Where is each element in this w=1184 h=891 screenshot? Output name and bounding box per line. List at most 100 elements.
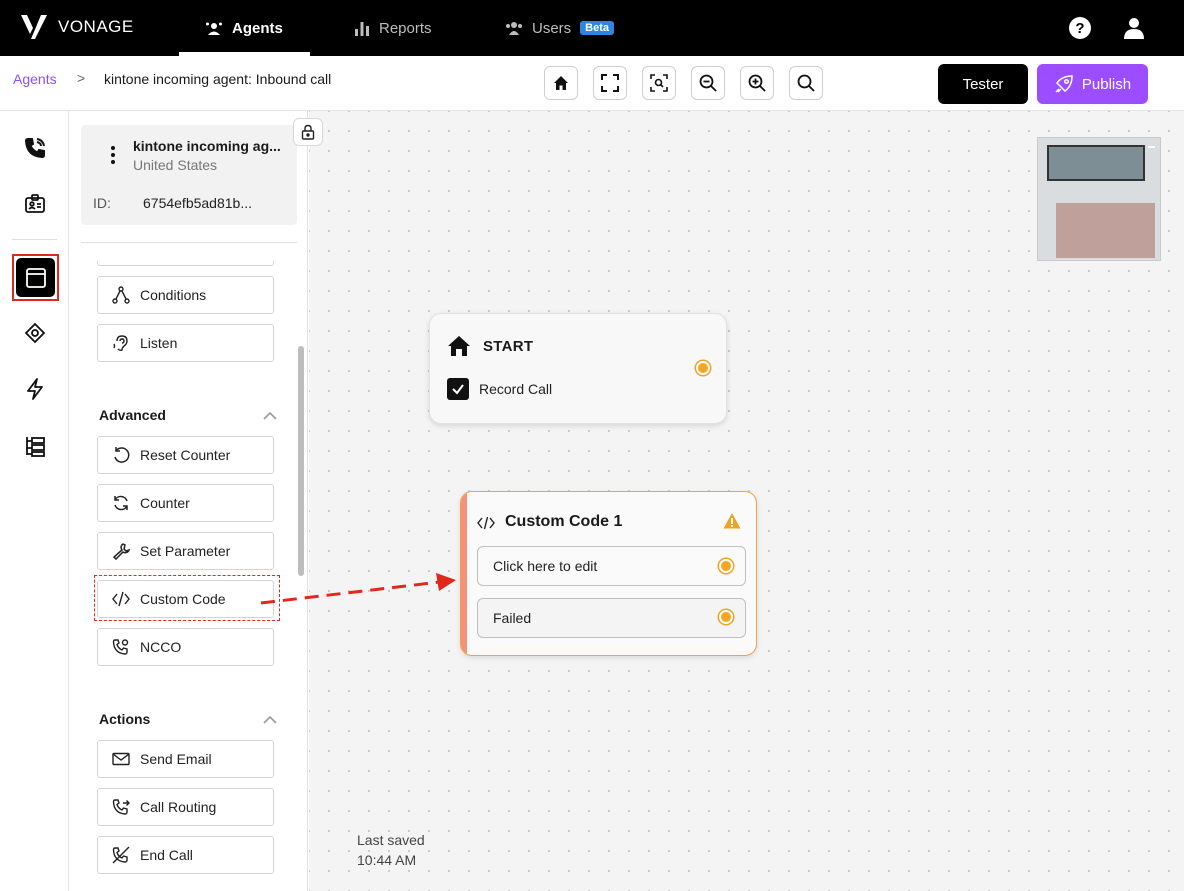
agent-id-value: 6754efb5ad81b...: [143, 195, 252, 211]
node-panel: kintone incoming ag... United States ID:…: [69, 111, 308, 891]
agent-id-label: ID:: [93, 195, 111, 211]
breadcrumb-separator: >: [77, 70, 86, 86]
agent-country: United States: [133, 157, 218, 173]
focus-icon: [650, 74, 668, 92]
checkmark-icon: [452, 384, 464, 395]
node-label: Listen: [140, 335, 178, 351]
users-icon: [506, 22, 522, 35]
nav-users-label: Users: [532, 19, 572, 37]
rail-badge-icon[interactable]: [22, 191, 48, 217]
node-conditions-button[interactable]: Conditions: [97, 276, 274, 314]
beta-badge: Beta: [580, 21, 615, 35]
node-label: Counter: [140, 495, 190, 511]
node-counter-button[interactable]: Counter: [97, 484, 274, 522]
failed-field[interactable]: Failed: [477, 598, 746, 638]
panel-divider: [81, 242, 297, 243]
edit-output-port[interactable]: [719, 559, 733, 573]
failed-output-port[interactable]: [719, 610, 733, 624]
node-accent-bar: [461, 492, 467, 655]
last-saved-status: Last saved 10:44 AM: [357, 830, 425, 870]
section-actions-title: Actions: [99, 711, 151, 727]
node-label: Conditions: [140, 287, 207, 303]
zoom-out-icon: [699, 74, 717, 92]
breadcrumb-current: kintone incoming agent: Inbound call: [104, 71, 332, 87]
agents-icon: [206, 22, 222, 35]
home-button[interactable]: [544, 66, 578, 100]
fit-screen-icon: [601, 74, 619, 92]
wrench-icon: [112, 543, 130, 560]
fit-screen-button[interactable]: [593, 66, 627, 100]
search-icon: [797, 74, 815, 92]
node-call-routing-button[interactable]: Call Routing: [97, 788, 274, 826]
rocket-icon: [1055, 75, 1073, 93]
left-icon-rail: [0, 111, 69, 891]
node-ncco-button[interactable]: NCCO: [97, 628, 274, 666]
node-listen-button[interactable]: Listen: [97, 324, 274, 362]
ear-icon: [113, 335, 128, 352]
custom-code-node[interactable]: Custom Code 1 Click here to edit Failed: [460, 491, 757, 656]
node-label: Call Routing: [140, 799, 217, 815]
field-label: Failed: [493, 610, 532, 626]
top-navigation-bar: VONAGE Agents Reports Users Beta ?: [0, 0, 1184, 56]
mail-icon: [112, 752, 130, 766]
rail-phone-icon[interactable]: [22, 135, 48, 161]
publish-button[interactable]: Publish: [1037, 64, 1148, 104]
node-reset-counter-button[interactable]: Reset Counter: [97, 436, 274, 474]
nav-agents-label: Agents: [232, 19, 283, 37]
search-button[interactable]: [789, 66, 823, 100]
node-end-call-button[interactable]: End Call: [97, 836, 274, 874]
agent-info-card: kintone incoming ag... United States ID:…: [81, 125, 297, 225]
call-forward-icon: [112, 799, 130, 815]
click-to-edit-field[interactable]: Click here to edit: [477, 546, 746, 586]
breadcrumb-agents-link[interactable]: Agents: [13, 71, 57, 87]
nav-reports[interactable]: Reports: [354, 0, 432, 56]
user-profile-icon[interactable]: [1122, 16, 1146, 40]
nav-users[interactable]: Users Beta: [505, 0, 615, 56]
refresh-icon: [114, 495, 128, 511]
lock-button[interactable]: [293, 118, 323, 146]
publish-label: Publish: [1081, 75, 1132, 93]
home-icon: [554, 76, 568, 90]
kebab-menu-icon[interactable]: [110, 146, 116, 167]
panel-layout-icon: [25, 267, 46, 288]
rail-lightning-icon[interactable]: [22, 376, 48, 402]
node-set-parameter-button[interactable]: Set Parameter: [97, 532, 274, 570]
chevron-up-icon[interactable]: [262, 408, 278, 424]
zoom-in-icon: [748, 74, 766, 92]
focus-button[interactable]: [642, 66, 676, 100]
node-button-partial: [97, 261, 274, 266]
brand-name: VONAGE: [58, 17, 134, 36]
end-call-icon: [112, 846, 130, 864]
nav-agents[interactable]: Agents: [205, 0, 283, 56]
rail-target-icon[interactable]: [22, 320, 48, 346]
start-output-port[interactable]: [696, 361, 710, 375]
tester-button[interactable]: Tester: [938, 64, 1028, 104]
bar-chart-icon: [355, 22, 369, 36]
warning-icon: [723, 513, 741, 529]
zoom-in-button[interactable]: [740, 66, 774, 100]
node-label: End Call: [140, 847, 193, 863]
node-send-email-button[interactable]: Send Email: [97, 740, 274, 778]
lock-icon: [301, 124, 315, 140]
home-icon: [448, 336, 470, 356]
help-icon[interactable]: ?: [1068, 16, 1092, 40]
record-call-label: Record Call: [479, 381, 553, 397]
zoom-out-button[interactable]: [691, 66, 725, 100]
vonage-logo[interactable]: VONAGE: [20, 14, 134, 40]
rail-nodes-button[interactable]: [12, 254, 59, 301]
record-call-checkbox[interactable]: [447, 378, 469, 400]
start-node[interactable]: START Record Call: [429, 313, 727, 424]
field-label: Click here to edit: [493, 558, 598, 574]
chevron-up-icon[interactable]: [262, 712, 278, 728]
agent-name: kintone incoming ag...: [133, 138, 281, 154]
rail-tree-icon[interactable]: [22, 433, 48, 459]
custom-code-node-title: Custom Code 1: [505, 513, 623, 530]
minimap[interactable]: [1037, 137, 1161, 261]
svg-text:?: ?: [1075, 20, 1084, 37]
start-node-title: START: [483, 338, 534, 355]
minimap-viewport[interactable]: [1047, 145, 1145, 181]
minimap-collapse-icon[interactable]: [1148, 146, 1155, 148]
phone-settings-icon: [112, 639, 129, 655]
panel-scrollbar[interactable]: [298, 346, 304, 576]
last-saved-time: 10:44 AM: [357, 852, 417, 868]
